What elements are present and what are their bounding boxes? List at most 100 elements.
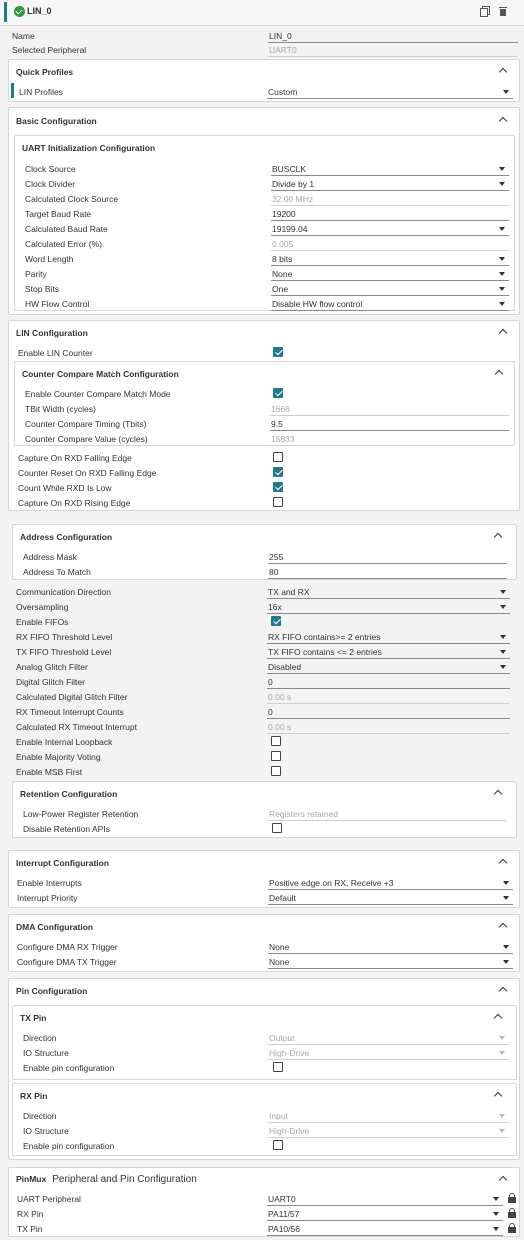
address-mask-label: Address Mask <box>23 552 77 562</box>
address-to-match-input[interactable]: 80 <box>268 565 507 579</box>
address-mask-input[interactable]: 255 <box>268 550 507 564</box>
count-while-rxd-is-low-row: Count While RXD Is Low <box>18 481 512 495</box>
pin-configuration-section: Pin Configuration TX Pin Direction Outpu… <box>8 978 520 1160</box>
rx-fifo-threshold-level-select[interactable]: RX FIFO contains>= 2 entries <box>267 630 510 644</box>
capture-on-rxd-falling-edge-checkbox[interactable] <box>273 452 283 462</box>
address-to-match-label: Address To Match <box>23 567 91 577</box>
rx-io-structure-row: IO Structure High-Drive <box>23 1124 509 1138</box>
tx-enable-pin-checkbox[interactable] <box>273 1062 283 1072</box>
enable-lin-counter-label: Enable LIN Counter <box>18 348 93 358</box>
low-power-retention-label: Low-Power Register Retention <box>23 809 139 819</box>
enable-majority-voting-row: Enable Majority Voting <box>16 750 510 764</box>
pinmux-title: PinMux Peripheral and Pin Configuration <box>16 1174 197 1185</box>
rx-enable-pin-checkbox[interactable] <box>273 1140 283 1150</box>
capture-on-rxd-rising-edge-checkbox[interactable] <box>273 497 283 507</box>
target-baud-rate-row: Target Baud Rate 19200 <box>25 207 509 221</box>
pinmux-uart-peripheral-row: UART Peripheral UART0 <box>17 1192 517 1206</box>
pin-configuration-title: Pin Configuration <box>16 986 88 996</box>
enable-majority-voting-label: Enable Majority Voting <box>16 752 101 762</box>
clock-source-row: Clock Source BUSCLK <box>25 162 509 176</box>
pinmux-tx-pin-select[interactable]: PA10/56 <box>267 1222 503 1236</box>
pinmux-rx-pin-select[interactable]: PA11/57 <box>267 1207 503 1221</box>
chevron-up-icon[interactable] <box>493 532 503 542</box>
quick-profiles-title: Quick Profiles <box>16 67 74 77</box>
chevron-up-icon[interactable] <box>498 986 508 996</box>
word-length-select[interactable]: 8 bits <box>271 252 509 266</box>
tx-fifo-threshold-level-label: TX FIFO Threshold Level <box>16 647 112 657</box>
chevron-up-icon[interactable] <box>493 1091 503 1101</box>
clock-source-label: Clock Source <box>25 164 76 174</box>
parity-select[interactable]: None <box>271 267 509 281</box>
clock-divider-select[interactable]: Divide by 1 <box>271 177 509 191</box>
pinmux-uart-peripheral-select[interactable]: UART0 <box>267 1192 503 1206</box>
lock-icon[interactable] <box>508 1193 516 1203</box>
dma-tx-select[interactable]: None <box>268 955 513 969</box>
chevron-up-icon[interactable] <box>498 1175 508 1185</box>
enable-lin-counter-checkbox[interactable] <box>273 347 283 357</box>
quick-profiles-section: Quick Profiles LIN Profiles Custom <box>8 59 520 102</box>
enable-msb-first-checkbox[interactable] <box>271 766 281 776</box>
copy-icon[interactable] <box>480 6 490 17</box>
disable-retention-checkbox[interactable] <box>272 823 282 833</box>
analog-glitch-filter-row: Analog Glitch Filter Disabled <box>16 660 510 674</box>
calculated-digital-glitch-filter-row: Calculated Digital Glitch Filter 0.00 s <box>16 690 510 704</box>
counter-reset-on-rxd-falling-edge-checkbox[interactable] <box>273 467 283 477</box>
analog-glitch-filter-select[interactable]: Disabled <box>267 660 510 674</box>
oversampling-row: Oversampling 16x <box>16 600 510 614</box>
chevron-up-icon[interactable] <box>498 922 508 932</box>
interrupt-priority-row: Interrupt Priority Default <box>17 891 513 905</box>
lin-profiles-select[interactable]: Custom <box>267 85 513 99</box>
chevron-up-icon[interactable] <box>493 789 503 799</box>
stop-bits-select[interactable]: One <box>271 282 509 296</box>
basic-configuration-section: Basic Configuration UART Initialization … <box>8 107 520 315</box>
chevron-up-icon[interactable] <box>494 369 504 379</box>
tx-direction-label: Direction <box>23 1033 57 1043</box>
count-while-rxd-is-low-checkbox[interactable] <box>273 482 283 492</box>
calculated-baud-rate-select[interactable]: 19199.04 <box>271 222 509 236</box>
enable-ccm-checkbox[interactable] <box>273 388 283 398</box>
capture-on-rxd-falling-edge-label: Capture On RXD Falling Edge <box>18 453 132 463</box>
name-row: Name LIN_0 <box>12 29 518 43</box>
enable-fifos-checkbox[interactable] <box>271 616 281 626</box>
dma-rx-select[interactable]: None <box>268 940 513 954</box>
rx-io-structure-select: High-Drive <box>268 1124 509 1138</box>
chevron-up-icon[interactable] <box>498 67 508 77</box>
chevron-up-icon[interactable] <box>493 1013 503 1023</box>
clock-source-select[interactable]: BUSCLK <box>271 162 509 176</box>
enable-msb-first-row: Enable MSB First <box>16 765 510 779</box>
counter-compare-title: Counter Compare Match Configuration <box>22 369 179 379</box>
rx-io-structure-label: IO Structure <box>23 1126 69 1136</box>
target-baud-rate-input[interactable]: 19200 <box>271 207 509 221</box>
rx-timeout-interrupt-counts-input[interactable]: 0 <box>267 705 510 719</box>
dma-configuration-section: DMA Configuration Configure DMA RX Trigg… <box>8 914 520 972</box>
chevron-up-icon[interactable] <box>498 116 508 126</box>
calculated-error-value: 0.005 <box>271 237 509 251</box>
rx-fifo-threshold-level-row: RX FIFO Threshold Level RX FIFO contains>… <box>16 630 510 644</box>
hw-flow-control-label: HW Flow Control <box>25 299 90 309</box>
lock-icon[interactable] <box>508 1208 516 1218</box>
communication-direction-select[interactable]: TX and RX <box>267 585 510 599</box>
tx-io-structure-row: IO Structure High-Drive <box>23 1046 509 1060</box>
trash-icon[interactable] <box>498 6 508 17</box>
target-baud-rate-label: Target Baud Rate <box>25 209 92 219</box>
hw-flow-control-select[interactable]: Disable HW flow control <box>271 297 509 311</box>
digital-glitch-filter-input[interactable]: 0 <box>267 675 510 689</box>
tx-fifo-threshold-level-select[interactable]: TX FIFO contains <= 2 entries <box>267 645 510 659</box>
communication-direction-row: Communication Direction TX and RX <box>16 585 510 599</box>
chevron-up-icon[interactable] <box>498 328 508 338</box>
rx-direction-label: Direction <box>23 1111 57 1121</box>
interrupt-priority-select[interactable]: Default <box>268 891 513 905</box>
enable-interrupts-select[interactable]: Positive edge on RX, Receive +3 <box>268 876 513 890</box>
enable-majority-voting-checkbox[interactable] <box>271 751 281 761</box>
name-input[interactable]: LIN_0 <box>268 29 518 43</box>
enable-internal-loopback-checkbox[interactable] <box>271 736 281 746</box>
lock-icon[interactable] <box>508 1223 516 1233</box>
counter-compare-timing-tbits-input[interactable]: 9.5 <box>270 417 509 431</box>
interrupt-configuration-title: Interrupt Configuration <box>16 858 110 868</box>
counter-compare-value-cycles-row: Counter Compare Value (cycles) 15833 <box>25 432 509 446</box>
tx-pin-section: TX Pin Direction Output IO Structure Hig… <box>12 1005 517 1080</box>
rx-direction-select: Input <box>268 1109 509 1123</box>
tx-io-structure-select: High-Drive <box>268 1046 509 1060</box>
oversampling-select[interactable]: 16x <box>267 600 510 614</box>
chevron-up-icon[interactable] <box>498 858 508 868</box>
